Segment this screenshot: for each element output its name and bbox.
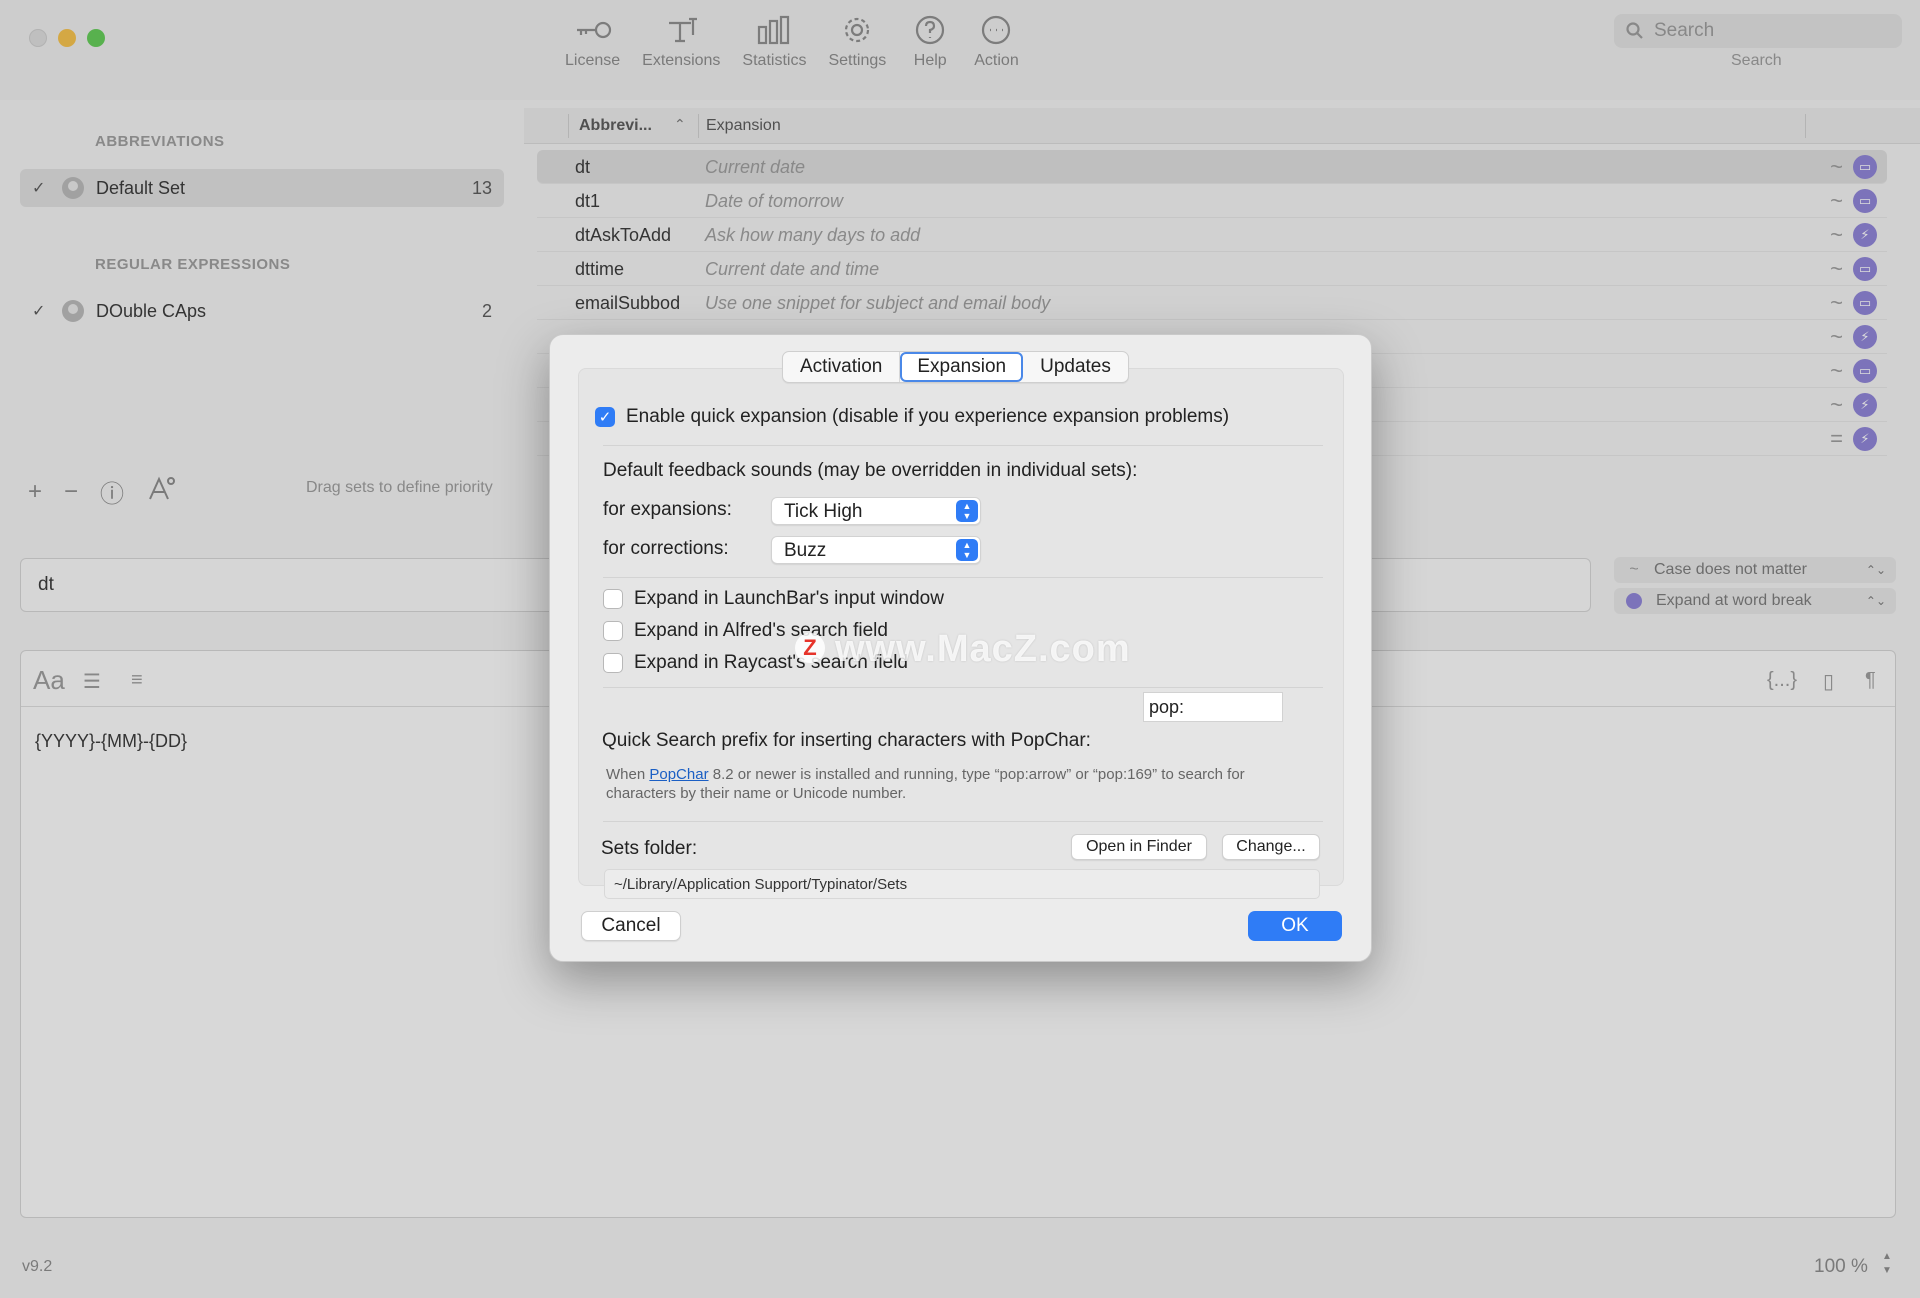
- tab-expansion[interactable]: Expansion: [900, 352, 1024, 382]
- popchar-help-text: When PopChar 8.2 or newer is installed a…: [606, 765, 1296, 803]
- launchbar-label: Expand in LaunchBar's input window: [634, 588, 944, 609]
- launchbar-checkbox[interactable]: [603, 589, 623, 609]
- tab-activation[interactable]: Activation: [783, 352, 901, 382]
- chevron-updown-icon: ▲ ▼: [956, 539, 978, 561]
- divider: [603, 687, 1323, 688]
- for-corrections-label: for corrections:: [603, 538, 729, 559]
- divider: [603, 577, 1323, 578]
- ok-button[interactable]: OK: [1248, 911, 1342, 941]
- correction-sound-value: Buzz: [784, 540, 827, 561]
- tab-updates[interactable]: Updates: [1023, 352, 1128, 382]
- expansion-sound-value: Tick High: [784, 501, 863, 522]
- divider: [603, 821, 1323, 822]
- alfred-checkbox[interactable]: [603, 621, 623, 641]
- expansion-settings-panel: ✓ Enable quick expansion (disable if you…: [578, 368, 1344, 899]
- sets-folder-label: Sets folder:: [601, 838, 698, 859]
- chevron-updown-icon: ▲ ▼: [956, 500, 978, 522]
- quick-expansion-label: Enable quick expansion (disable if you e…: [626, 406, 1230, 427]
- for-expansions-label: for expansions:: [603, 499, 732, 520]
- quick-expansion-option[interactable]: ✓ Enable quick expansion (disable if you…: [595, 406, 1229, 428]
- sets-folder-path: ~/Library/Application Support/Typinator/…: [604, 869, 1320, 899]
- popchar-link[interactable]: PopChar: [649, 766, 708, 783]
- help-prefix: When: [606, 766, 650, 783]
- watermark-logo: Z: [795, 633, 825, 663]
- change-folder-button[interactable]: Change...: [1222, 834, 1320, 860]
- popchar-prefix-label: Quick Search prefix for inserting charac…: [602, 730, 1091, 751]
- feedback-heading: Default feedback sounds (may be overridd…: [603, 460, 1138, 481]
- cancel-button[interactable]: Cancel: [581, 911, 681, 941]
- raycast-checkbox[interactable]: [603, 653, 623, 673]
- watermark-text: www.MacZ.com: [835, 628, 1131, 670]
- divider: [603, 445, 1323, 446]
- expansion-sound-select[interactable]: Tick High ▲ ▼: [771, 497, 981, 525]
- correction-sound-select[interactable]: Buzz ▲ ▼: [771, 536, 981, 564]
- quick-expansion-checkbox[interactable]: ✓: [595, 407, 615, 427]
- settings-tabs: Activation Expansion Updates: [782, 351, 1129, 383]
- popchar-prefix-input[interactable]: pop:: [1143, 692, 1283, 722]
- open-in-finder-button[interactable]: Open in Finder: [1071, 834, 1207, 860]
- launchbar-option[interactable]: Expand in LaunchBar's input window: [603, 588, 944, 610]
